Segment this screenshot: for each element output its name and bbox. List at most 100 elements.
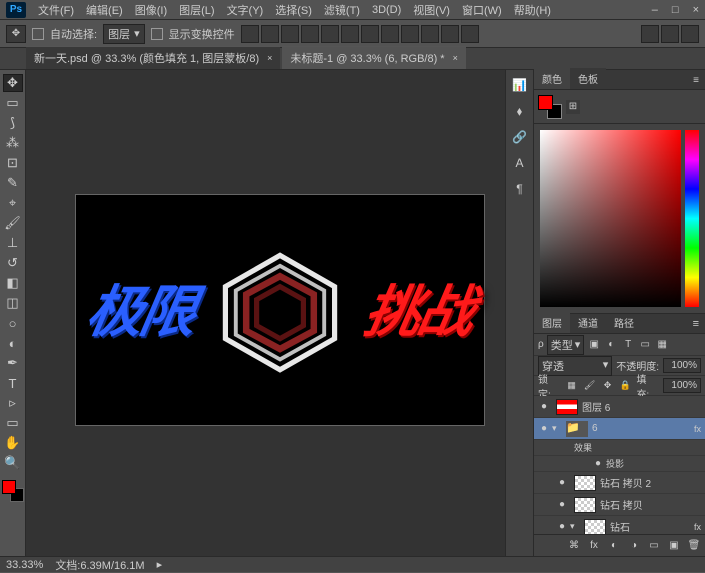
doc-size[interactable]: 文档:6.39M/16.1M <box>55 557 144 573</box>
tab-swatches[interactable]: 色板 <box>570 68 606 89</box>
dist-icon[interactable] <box>441 25 459 43</box>
visibility-icon[interactable]: ● <box>536 423 552 434</box>
menu-edit[interactable]: 编辑(E) <box>82 0 127 20</box>
layer-list[interactable]: ● 图层 6 ● ▾ 📁 6 fx 效果 ●投影 ● 钻石 拷贝 2 ● 钻 <box>534 396 705 534</box>
document-tab-active[interactable]: 未标题-1 @ 33.3% (6, RGB/8) *× <box>282 46 465 69</box>
lock-trans-icon[interactable]: ▦ <box>565 379 579 393</box>
filter-type-icon[interactable]: T <box>621 338 635 352</box>
pen-tool[interactable]: ✒ <box>3 354 23 372</box>
hue-slider[interactable] <box>685 130 699 307</box>
canvas-area[interactable]: 极限 挑战 <box>26 70 505 556</box>
lasso-tool[interactable]: ⟆ <box>3 114 23 132</box>
filter-pixel-icon[interactable]: ▣ <box>587 338 601 352</box>
expand-icon[interactable]: ▾ <box>570 521 580 532</box>
document-tab[interactable]: 新一天.psd @ 33.3% (颜色填充 1, 图层蒙板/8)× <box>26 46 280 69</box>
auto-select-dropdown[interactable]: 图层▾ <box>103 24 145 44</box>
filter-adjust-icon[interactable]: ◐ <box>604 338 618 352</box>
layer-row[interactable]: ● ▾ 钻石 fx <box>534 516 705 534</box>
auto-select-checkbox[interactable] <box>32 28 44 40</box>
tab-paths[interactable]: 路径 <box>606 312 642 333</box>
link-layers-icon[interactable]: ⌘ <box>567 539 581 553</box>
fill-input[interactable]: 100% <box>663 378 701 393</box>
menu-select[interactable]: 选择(S) <box>271 0 316 20</box>
hand-tool[interactable]: ✋ <box>3 434 23 452</box>
align-icon[interactable] <box>321 25 339 43</box>
visibility-icon[interactable]: ● <box>554 499 570 510</box>
align-icon[interactable] <box>301 25 319 43</box>
dist-icon[interactable] <box>421 25 439 43</box>
lock-move-icon[interactable]: ✥ <box>601 379 615 393</box>
align-icon[interactable] <box>341 25 359 43</box>
3d-mode-icon[interactable] <box>661 25 679 43</box>
dist-icon[interactable] <box>401 25 419 43</box>
fx-badge[interactable]: fx <box>694 424 701 434</box>
color-picker[interactable] <box>534 124 705 314</box>
menu-3d[interactable]: 3D(D) <box>368 2 405 18</box>
layer-row[interactable]: ● 钻石 拷贝 <box>534 494 705 516</box>
menu-filter[interactable]: 滤镜(T) <box>320 0 364 20</box>
history-brush-tool[interactable]: ↺ <box>3 254 23 272</box>
foreground-swatch[interactable] <box>2 480 16 494</box>
3d-mode-icon[interactable] <box>641 25 659 43</box>
crop-tool[interactable]: ⊡ <box>3 154 23 172</box>
zoom-tool[interactable]: 🔍 <box>3 454 23 472</box>
filter-smart-icon[interactable]: ▦ <box>655 338 669 352</box>
panel-color-swatches[interactable] <box>538 95 562 119</box>
mask-icon[interactable]: ◐ <box>607 539 621 553</box>
menu-layer[interactable]: 图层(L) <box>175 0 218 20</box>
layer-name[interactable]: 钻石 <box>610 519 694 534</box>
color-field[interactable] <box>540 130 681 307</box>
status-arrow-icon[interactable]: ▸ <box>157 558 163 571</box>
panel-menu-icon[interactable]: ≡ <box>687 72 705 89</box>
menu-help[interactable]: 帮助(H) <box>510 0 555 20</box>
fx-icon[interactable]: fx <box>587 539 601 553</box>
dist-icon[interactable] <box>361 25 379 43</box>
opacity-input[interactable]: 100% <box>663 358 701 373</box>
menu-file[interactable]: 文件(F) <box>34 0 78 20</box>
effect-row[interactable]: ●投影 <box>534 456 705 472</box>
layer-thumbnail[interactable] <box>556 399 578 415</box>
window-maximize[interactable]: □ <box>672 4 679 16</box>
expand-icon[interactable]: ▾ <box>552 423 562 434</box>
zoom-level[interactable]: 33.33% <box>6 559 43 571</box>
eyedropper-tool[interactable]: ✎ <box>3 174 23 192</box>
new-layer-icon[interactable]: ▣ <box>667 539 681 553</box>
color-swatches[interactable] <box>2 480 24 502</box>
effect-row[interactable]: 效果 <box>534 440 705 456</box>
visibility-icon[interactable]: ● <box>590 458 606 469</box>
menu-type[interactable]: 文字(Y) <box>223 0 268 20</box>
tab-close-icon[interactable]: × <box>453 53 458 63</box>
paragraph-icon[interactable]: ¶ <box>511 180 529 198</box>
window-minimize[interactable]: – <box>652 4 658 16</box>
lock-paint-icon[interactable]: 🖌 <box>583 379 597 393</box>
brush-tool[interactable]: 🖌 <box>3 214 23 232</box>
tab-channels[interactable]: 通道 <box>570 312 606 333</box>
layer-name[interactable]: 钻石 拷贝 <box>600 497 703 512</box>
heal-tool[interactable]: ⌖ <box>3 194 23 212</box>
3d-mode-icon[interactable] <box>681 25 699 43</box>
dist-icon[interactable] <box>381 25 399 43</box>
visibility-icon[interactable]: ● <box>554 477 570 488</box>
visibility-icon[interactable]: ● <box>554 521 570 532</box>
filter-shape-icon[interactable]: ▭ <box>638 338 652 352</box>
tab-close-icon[interactable]: × <box>267 53 272 63</box>
lock-all-icon[interactable]: 🔒 <box>619 379 633 393</box>
layer-thumbnail[interactable] <box>584 519 606 535</box>
layer-thumbnail[interactable] <box>574 475 596 491</box>
adjust-icon[interactable]: ◑ <box>627 539 641 553</box>
type-tool[interactable]: T <box>3 374 23 392</box>
layer-name[interactable]: 6 <box>592 423 694 434</box>
move-tool[interactable]: ✥ <box>3 74 23 92</box>
layer-row[interactable]: ● 图层 6 <box>534 396 705 418</box>
tab-layers[interactable]: 图层 <box>534 312 570 333</box>
shape-tool[interactable]: ▭ <box>3 414 23 432</box>
stamp-tool[interactable]: ⊥ <box>3 234 23 252</box>
align-icon[interactable] <box>281 25 299 43</box>
tab-color[interactable]: 颜色 <box>534 68 570 89</box>
path-tool[interactable]: ▹ <box>3 394 23 412</box>
move-tool-icon[interactable]: ✥ <box>6 25 26 43</box>
show-transform-checkbox[interactable] <box>151 28 163 40</box>
delete-icon[interactable]: 🗑 <box>687 539 701 553</box>
layer-row[interactable]: ● 钻石 拷贝 2 <box>534 472 705 494</box>
marquee-tool[interactable]: ▭ <box>3 94 23 112</box>
